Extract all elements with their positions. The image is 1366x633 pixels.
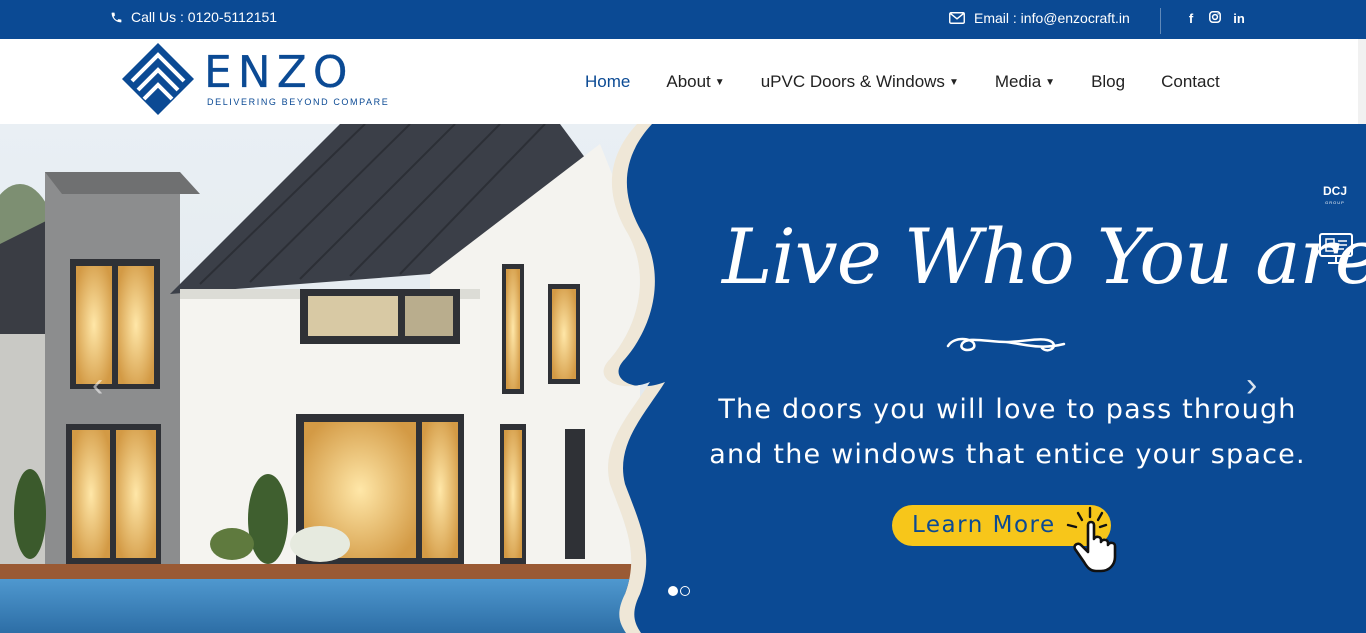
nav-media-label: Media [994, 72, 1042, 91]
pointer-hand-icon [1066, 506, 1117, 573]
brand-logo[interactable]: ENZO DELIVERING BEYOND COMPARE [120, 41, 395, 123]
nav-home-label: Home [585, 72, 631, 91]
call-text: Call Us : 0120-5112151 [131, 9, 278, 25]
nav-home[interactable]: Home [585, 72, 630, 92]
nav-blog[interactable]: Blog [1091, 72, 1125, 92]
slider-pagination [668, 586, 690, 596]
hero-subtext-line-2: and the windows that entice your space. [709, 439, 1306, 470]
nav-blog-label: Blog [1091, 72, 1126, 91]
instagram-icon[interactable] [1208, 11, 1222, 26]
nav-media[interactable]: Media ▼ [995, 72, 1055, 92]
brand-name: ENZO [204, 47, 354, 98]
linkedin-icon[interactable]: in [1232, 11, 1246, 26]
dcj-group-logo[interactable]: DCJ GROUP [1318, 184, 1352, 208]
caret-down-icon: ▼ [714, 76, 725, 88]
flourish-divider-icon [946, 337, 1066, 352]
slider-next-arrow[interactable]: › [1246, 366, 1257, 405]
email-link[interactable]: Email : info@enzocraft.in [949, 10, 1130, 26]
caret-down-icon: ▼ [1045, 76, 1056, 88]
envelope-icon [949, 12, 965, 24]
call-link[interactable]: Call Us : 0120-5112151 [110, 9, 277, 25]
hero-heading: Live Who You are [722, 212, 1366, 301]
social-links: f in [1184, 11, 1246, 26]
hero-subtext: The doors you will love to pass through … [700, 387, 1315, 477]
dcj-logo-subtext: GROUP [1325, 200, 1345, 205]
logo-mark-icon [122, 43, 194, 115]
caret-down-icon: ▼ [948, 76, 959, 88]
slider-prev-arrow[interactable]: ‹ [92, 366, 103, 405]
brand-tagline: DELIVERING BEYOND COMPARE [207, 97, 390, 107]
email-text: Email : info@enzocraft.in [974, 10, 1130, 26]
nav-contact[interactable]: Contact [1161, 72, 1220, 92]
main-nav: Home About ▼ uPVC Doors & Windows ▼ Medi… [585, 72, 1220, 92]
hero-subtext-line-1: The doors you will love to pass through [718, 394, 1297, 425]
facebook-icon[interactable]: f [1184, 11, 1198, 26]
slider-dot-1[interactable] [668, 586, 678, 596]
topbar-divider [1160, 8, 1161, 34]
slider-dot-2[interactable] [680, 586, 690, 596]
nav-upvc-label: uPVC Doors & Windows [760, 72, 945, 91]
page-scrollbar[interactable] [1358, 39, 1366, 124]
house-photo [0, 124, 665, 633]
nav-contact-label: Contact [1161, 72, 1220, 91]
site-header: ENZO DELIVERING BEYOND COMPARE Home Abou… [0, 39, 1358, 124]
hero-slider: Live Who You are The doors you will love… [0, 124, 1366, 633]
top-contact-bar: Call Us : 0120-5112151 Email : info@enzo… [0, 0, 1366, 39]
nav-about-label: About [666, 72, 711, 91]
monitor-icon[interactable] [1318, 232, 1354, 271]
phone-icon [111, 12, 122, 22]
dcj-logo-text: DCJ [1322, 184, 1347, 198]
nav-upvc-doors-windows[interactable]: uPVC Doors & Windows ▼ [761, 72, 959, 92]
nav-about[interactable]: About ▼ [666, 72, 724, 92]
